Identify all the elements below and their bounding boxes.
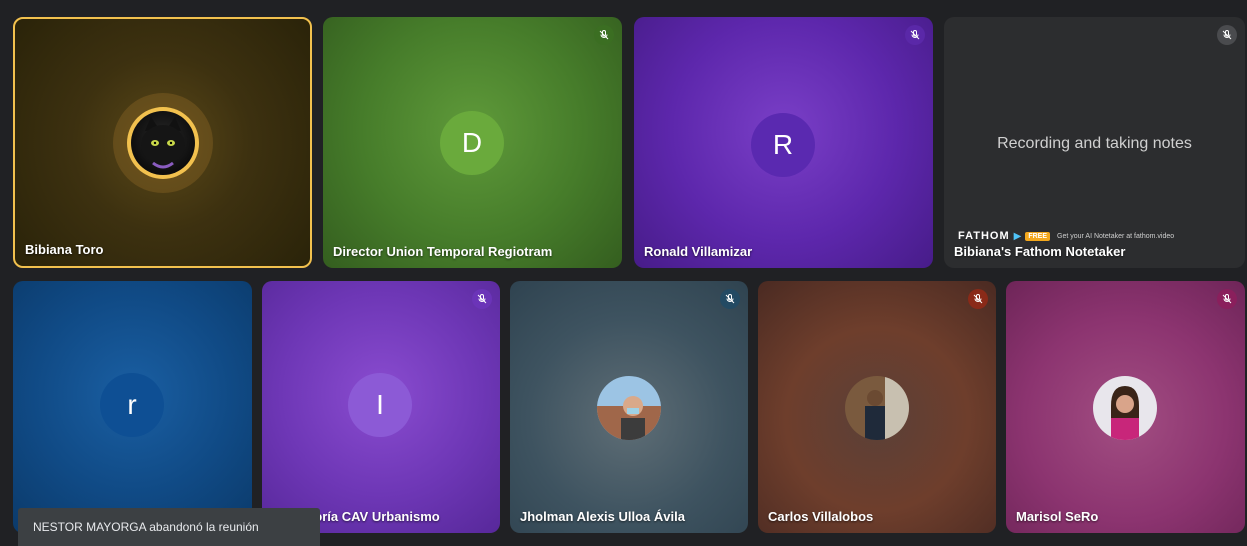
avatar — [131, 111, 195, 175]
play-arrow-icon: ▶ — [1013, 230, 1022, 242]
participant-tile-ronald[interactable]: R Ronald Villamizar — [634, 17, 933, 268]
mic-off-icon — [1217, 25, 1237, 45]
avatar: D — [440, 111, 504, 175]
fathom-banner: FATHOM ▶ FREE Get your AI Notetaker at f… — [958, 230, 1174, 242]
mic-off-icon — [594, 25, 614, 45]
participant-name: Carlos Villalobos — [768, 509, 874, 524]
participant-tile-jholman[interactable]: Jholman Alexis Ulloa Ávila — [510, 281, 748, 533]
participant-tile-bibiana-toro[interactable]: Bibiana Toro — [13, 17, 312, 268]
mic-off-icon — [1217, 289, 1237, 309]
participant-tile-cav-urbanismo[interactable]: I ntoría CAV Urbanismo — [262, 281, 500, 533]
participant-tile-director[interactable]: D Director Union Temporal Regiotram — [323, 17, 622, 268]
participant-tile-r[interactable]: r — [13, 281, 252, 533]
avatar: R — [751, 113, 815, 177]
avatar — [597, 376, 661, 440]
mic-off-icon — [968, 289, 988, 309]
participant-tile-carlos[interactable]: Carlos Villalobos — [758, 281, 996, 533]
avatar: r — [100, 373, 164, 437]
avatar — [845, 376, 909, 440]
mic-off-icon — [472, 289, 492, 309]
participant-tile-fathom[interactable]: Recording and taking notes FATHOM ▶ FREE… — [944, 17, 1245, 268]
participant-name: Director Union Temporal Regiotram — [333, 244, 553, 259]
avatar — [1093, 376, 1157, 440]
free-badge: FREE — [1025, 231, 1050, 241]
participant-name: Jholman Alexis Ulloa Ávila — [520, 509, 685, 524]
avatar: I — [348, 373, 412, 437]
participant-name: ntoría CAV Urbanismo — [302, 509, 440, 524]
notification-toast: NESTOR MAYORGA abandonó la reunión — [18, 508, 320, 546]
participant-name: Ronald Villamizar — [644, 244, 753, 259]
participant-name: Bibiana's Fathom Notetaker — [954, 244, 1126, 259]
participant-name: Bibiana Toro — [25, 242, 104, 257]
participant-tile-marisol[interactable]: Marisol SeRo — [1006, 281, 1245, 533]
participant-name: Marisol SeRo — [1016, 509, 1099, 524]
fathom-logo: FATHOM — [958, 230, 1010, 242]
fathom-promo: Get your AI Notetaker at fathom.video — [1057, 232, 1175, 240]
recording-status: Recording and taking notes — [997, 135, 1192, 152]
mic-off-icon — [905, 25, 925, 45]
mic-off-icon — [720, 289, 740, 309]
